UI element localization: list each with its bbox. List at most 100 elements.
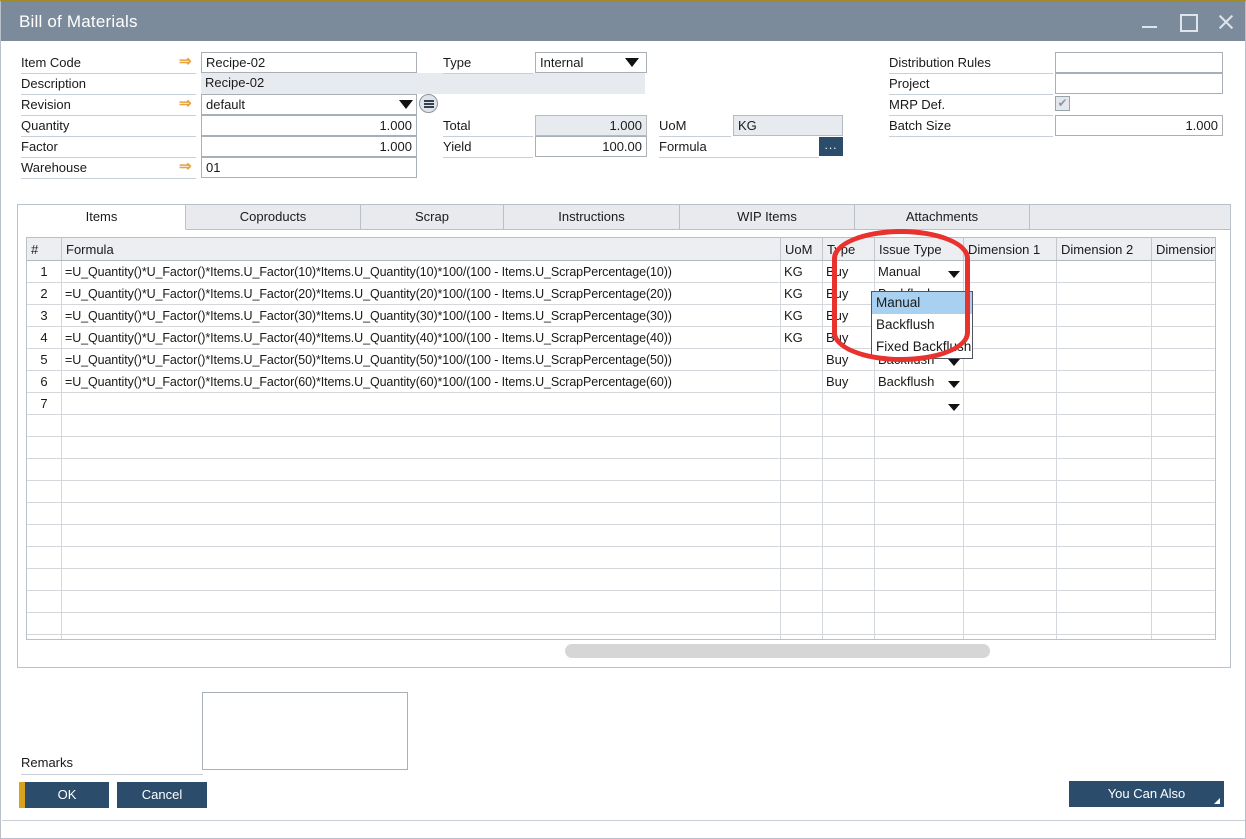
cell-formula[interactable] <box>62 459 781 481</box>
issue-type-dropdown-popup[interactable]: ManualBackflushFixed Backflush <box>871 291 973 359</box>
cell-formula[interactable] <box>62 591 781 613</box>
cell-uom[interactable] <box>781 547 823 569</box>
tab-attachments[interactable]: Attachments <box>855 205 1030 229</box>
cell-uom[interactable] <box>781 635 823 641</box>
cell-dim3[interactable] <box>1152 371 1217 393</box>
cell-dim3[interactable] <box>1152 525 1217 547</box>
cell-type[interactable] <box>823 459 875 481</box>
ok-button[interactable]: OK <box>19 782 109 808</box>
cell-formula[interactable]: =U_Quantity()*U_Factor()*Items.U_Factor(… <box>62 305 781 327</box>
cell-dim3[interactable] <box>1152 591 1217 613</box>
cell-num[interactable] <box>27 525 62 547</box>
cell-type[interactable] <box>823 613 875 635</box>
table-row[interactable] <box>27 459 1216 481</box>
tab-coproducts[interactable]: Coproducts <box>186 205 361 229</box>
cell-dim3[interactable] <box>1152 635 1217 641</box>
cell-type[interactable] <box>823 635 875 641</box>
chevron-down-icon[interactable] <box>625 58 639 67</box>
cell-dim1[interactable] <box>964 305 1057 327</box>
cancel-button[interactable]: Cancel <box>117 782 207 808</box>
project-input[interactable] <box>1055 73 1223 94</box>
item-code-input[interactable]: Recipe-02 <box>201 52 417 73</box>
cell-dim2[interactable] <box>1057 503 1152 525</box>
table-row[interactable] <box>27 613 1216 635</box>
cell-dim2[interactable] <box>1057 283 1152 305</box>
cell-type[interactable]: Buy <box>823 371 875 393</box>
cell-uom[interactable]: KG <box>781 261 823 283</box>
cell-dim2[interactable] <box>1057 261 1152 283</box>
you-can-also-button[interactable]: You Can Also <box>1069 781 1224 807</box>
cell-num[interactable]: 4 <box>27 327 62 349</box>
table-row[interactable]: 2=U_Quantity()*U_Factor()*Items.U_Factor… <box>27 283 1216 305</box>
cell-type[interactable] <box>823 591 875 613</box>
dropdown-option-backflush[interactable]: Backflush <box>872 314 972 336</box>
cell-type[interactable]: Buy <box>823 283 875 305</box>
cell-formula[interactable] <box>62 481 781 503</box>
cell-formula[interactable]: =U_Quantity()*U_Factor()*Items.U_Factor(… <box>62 261 781 283</box>
cell-issue_type[interactable] <box>875 459 964 481</box>
revision-select[interactable]: default <box>201 94 417 115</box>
cell-num[interactable]: 7 <box>27 393 62 415</box>
cell-dim1[interactable] <box>964 261 1057 283</box>
minimize-icon[interactable] <box>1139 11 1161 33</box>
cell-dim1[interactable] <box>964 415 1057 437</box>
cell-uom[interactable] <box>781 481 823 503</box>
cell-dim3[interactable] <box>1152 437 1217 459</box>
cell-type[interactable] <box>823 393 875 415</box>
cell-issue_type[interactable] <box>875 525 964 547</box>
tab-items[interactable]: Items <box>18 205 186 230</box>
cell-dim2[interactable] <box>1057 415 1152 437</box>
cell-issue_type[interactable] <box>875 635 964 641</box>
cell-dim1[interactable] <box>964 547 1057 569</box>
column-header-type[interactable]: Type <box>823 238 875 261</box>
formula-browse-button[interactable]: ... <box>819 137 843 156</box>
cell-type[interactable]: Buy <box>823 349 875 371</box>
cell-dim1[interactable] <box>964 569 1057 591</box>
horizontal-scrollbar[interactable] <box>27 644 1215 658</box>
cell-formula[interactable]: =U_Quantity()*U_Factor()*Items.U_Factor(… <box>62 327 781 349</box>
cell-dim1[interactable] <box>964 481 1057 503</box>
cell-issue_type[interactable]: Backflush <box>875 371 964 393</box>
column-header-dim2[interactable]: Dimension 2 <box>1057 238 1152 261</box>
column-header-formula[interactable]: Formula <box>62 238 781 261</box>
cell-uom[interactable] <box>781 415 823 437</box>
cell-dim3[interactable] <box>1152 415 1217 437</box>
cell-dim3[interactable] <box>1152 613 1217 635</box>
cell-uom[interactable]: KG <box>781 283 823 305</box>
cell-uom[interactable] <box>781 371 823 393</box>
cell-dim1[interactable] <box>964 349 1057 371</box>
column-header-dim3[interactable]: Dimension 3 <box>1152 238 1217 261</box>
distribution-rules-input[interactable] <box>1055 52 1223 73</box>
cell-uom[interactable] <box>781 569 823 591</box>
cell-dim1[interactable] <box>964 283 1057 305</box>
cell-type[interactable] <box>823 547 875 569</box>
cell-dim3[interactable] <box>1152 261 1217 283</box>
table-row[interactable] <box>27 591 1216 613</box>
cell-num[interactable] <box>27 613 62 635</box>
column-header-uom[interactable]: UoM <box>781 238 823 261</box>
cell-dim2[interactable] <box>1057 635 1152 641</box>
table-row[interactable] <box>27 635 1216 641</box>
mrp-def-checkbox[interactable]: ✔ <box>1055 96 1070 111</box>
cell-uom[interactable]: KG <box>781 327 823 349</box>
cell-formula[interactable] <box>62 635 781 641</box>
cell-dim2[interactable] <box>1057 613 1152 635</box>
cell-dim3[interactable] <box>1152 569 1217 591</box>
cell-formula[interactable] <box>62 437 781 459</box>
cell-dim1[interactable] <box>964 437 1057 459</box>
cell-dim1[interactable] <box>964 327 1057 349</box>
cell-dim1[interactable] <box>964 371 1057 393</box>
cell-num[interactable]: 6 <box>27 371 62 393</box>
warehouse-input[interactable]: 01 <box>201 157 417 178</box>
cell-num[interactable]: 1 <box>27 261 62 283</box>
cell-dim3[interactable] <box>1152 349 1217 371</box>
link-arrow-icon[interactable]: ⇒ <box>179 54 192 69</box>
cell-issue_type[interactable] <box>875 437 964 459</box>
cell-issue_type[interactable] <box>875 613 964 635</box>
cell-formula[interactable]: =U_Quantity()*U_Factor()*Items.U_Factor(… <box>62 349 781 371</box>
quantity-input[interactable]: 1.000 <box>201 115 417 136</box>
cell-dim3[interactable] <box>1152 547 1217 569</box>
chevron-down-icon[interactable] <box>399 100 413 109</box>
cell-dim1[interactable] <box>964 393 1057 415</box>
cell-issue_type[interactable]: Manual <box>875 261 964 283</box>
